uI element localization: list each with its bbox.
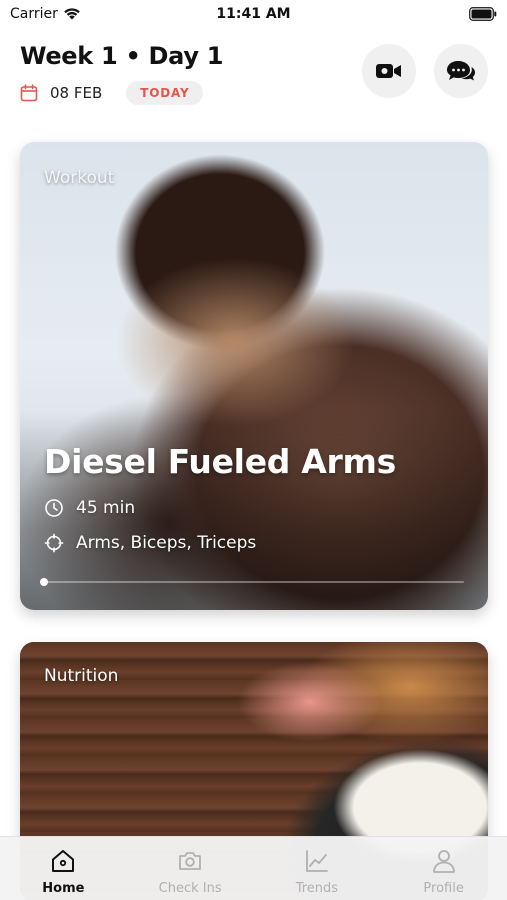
workout-duration-row: 45 min — [44, 498, 135, 518]
date-row: 08 FEB TODAY — [20, 80, 204, 106]
calendar-icon — [20, 84, 38, 102]
chat-bubbles-icon — [447, 61, 475, 81]
tab-label: Trends — [295, 881, 339, 896]
tab-label: Profile — [423, 881, 464, 896]
tab-profile[interactable]: Profile — [380, 837, 507, 900]
tab-home[interactable]: Home — [0, 837, 127, 900]
tab-check-ins[interactable]: Check Ins — [127, 837, 254, 900]
workout-progress-bar — [40, 578, 464, 586]
workout-card-label: Workout — [44, 168, 115, 188]
target-icon — [44, 533, 64, 553]
workout-targets: Arms, Biceps, Triceps — [76, 533, 257, 553]
home-icon — [52, 850, 75, 872]
battery-icon — [469, 7, 497, 21]
status-bar: Carrier 11:41 AM — [0, 0, 507, 30]
workout-duration: 45 min — [76, 498, 136, 518]
nutrition-card-label: Nutrition — [44, 666, 119, 686]
workout-title: Diesel Fueled Arms — [44, 442, 396, 481]
camera-icon — [179, 852, 202, 870]
clock: 11:41 AM — [216, 6, 291, 22]
current-date: 08 FEB — [50, 84, 103, 102]
clock-icon — [45, 499, 63, 517]
video-call-button[interactable] — [362, 44, 416, 98]
progress-indicator — [40, 578, 48, 586]
tab-label: Home — [42, 881, 85, 896]
video-camera-icon — [376, 64, 401, 78]
tab-label: Check Ins — [158, 881, 222, 896]
workout-card[interactable]: Workout Diesel Fueled Arms 45 min Arms, … — [20, 142, 488, 610]
today-button[interactable]: TODAY — [126, 81, 204, 105]
page-title: Week 1 • Day 1 — [20, 42, 224, 70]
messages-button[interactable] — [434, 44, 488, 98]
chart-icon — [305, 850, 328, 872]
tab-bar: Home Check Ins Trends Profile — [0, 836, 507, 900]
tab-trends[interactable]: Trends — [254, 837, 381, 900]
workout-targets-row: Arms, Biceps, Triceps — [44, 533, 256, 553]
profile-icon — [432, 850, 455, 873]
